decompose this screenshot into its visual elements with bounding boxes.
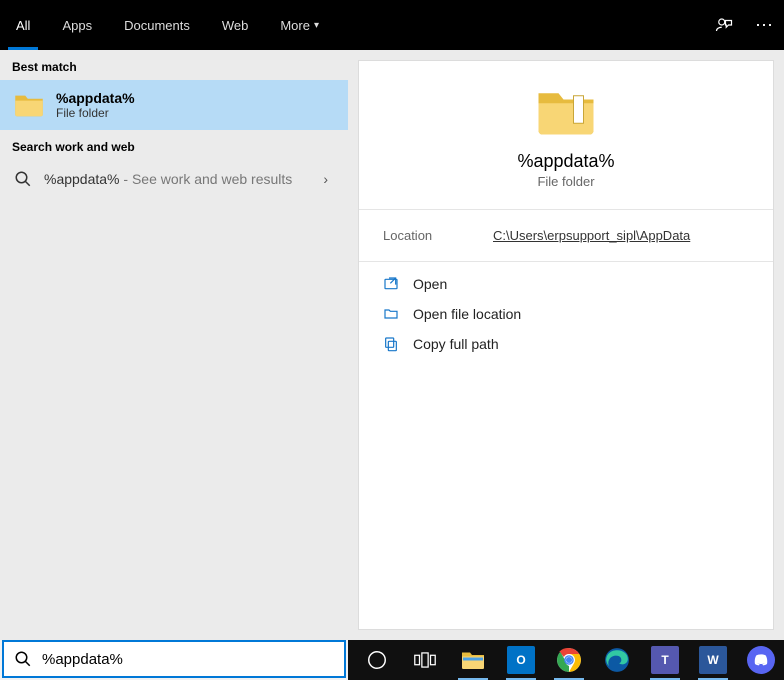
preview-pane: %appdata% File folder Location C:\Users\… bbox=[348, 50, 784, 640]
tab-all[interactable]: All bbox=[0, 0, 46, 50]
options-icon[interactable]: ⋯ bbox=[744, 5, 784, 45]
taskbar-discord[interactable] bbox=[738, 640, 784, 680]
tab-more-label: More bbox=[280, 18, 310, 33]
tab-web[interactable]: Web bbox=[206, 0, 265, 50]
best-match-subtitle: File folder bbox=[56, 106, 135, 120]
taskbar-outlook[interactable]: O bbox=[498, 640, 544, 680]
taskbar-chrome[interactable] bbox=[546, 640, 592, 680]
folder-icon bbox=[14, 93, 44, 117]
chevron-right-icon: › bbox=[323, 171, 334, 187]
web-result-term: %appdata% bbox=[44, 171, 120, 187]
search-input[interactable] bbox=[42, 651, 334, 668]
preview-title: %appdata% bbox=[517, 151, 614, 172]
search-filter-tabbar: All Apps Documents Web More ▾ ⋯ bbox=[0, 0, 784, 50]
action-open-location-label: Open file location bbox=[413, 306, 521, 322]
taskbar-cortana[interactable] bbox=[354, 640, 400, 680]
action-copy-full-path[interactable]: Copy full path bbox=[383, 336, 749, 352]
action-open-file-location[interactable]: Open file location bbox=[383, 306, 749, 322]
discord-icon bbox=[747, 646, 775, 674]
action-open-label: Open bbox=[413, 276, 447, 292]
word-icon: W bbox=[699, 646, 727, 674]
feedback-icon[interactable] bbox=[704, 5, 744, 45]
taskbar: O T W bbox=[348, 640, 784, 680]
cortana-icon bbox=[366, 649, 388, 671]
taskbar-word[interactable]: W bbox=[690, 640, 736, 680]
location-row: Location C:\Users\erpsupport_sipl\AppDat… bbox=[359, 210, 773, 262]
taskbar-teams[interactable]: T bbox=[642, 640, 688, 680]
search-icon bbox=[14, 170, 32, 188]
web-result-item[interactable]: %appdata% - See work and web results › bbox=[0, 160, 348, 198]
search-icon bbox=[14, 650, 32, 668]
copy-icon bbox=[383, 336, 399, 352]
file-explorer-icon bbox=[461, 650, 485, 670]
action-open[interactable]: Open bbox=[383, 276, 749, 292]
taskbar-edge[interactable] bbox=[594, 640, 640, 680]
teams-icon: T bbox=[651, 646, 679, 674]
taskbar-taskview[interactable] bbox=[402, 640, 448, 680]
folder-open-icon bbox=[383, 306, 399, 322]
edge-icon bbox=[604, 647, 630, 673]
best-match-title: %appdata% bbox=[56, 90, 135, 106]
chrome-icon bbox=[556, 647, 582, 673]
results-list: Best match %appdata% File folder Search … bbox=[0, 50, 348, 640]
folder-icon bbox=[536, 87, 596, 137]
best-match-item[interactable]: %appdata% File folder bbox=[0, 80, 348, 130]
section-best-match: Best match bbox=[0, 50, 348, 80]
tab-documents[interactable]: Documents bbox=[108, 0, 206, 50]
chevron-down-icon: ▾ bbox=[314, 20, 319, 31]
tab-apps[interactable]: Apps bbox=[46, 0, 108, 50]
outlook-icon: O bbox=[507, 646, 535, 674]
location-label: Location bbox=[383, 228, 493, 243]
section-work-and-web: Search work and web bbox=[0, 130, 348, 160]
taskview-icon bbox=[414, 651, 436, 669]
tab-more[interactable]: More ▾ bbox=[264, 0, 335, 50]
web-result-suffix: - See work and web results bbox=[120, 171, 293, 187]
location-value[interactable]: C:\Users\erpsupport_sipl\AppData bbox=[493, 228, 690, 243]
taskbar-file-explorer[interactable] bbox=[450, 640, 496, 680]
preview-subtitle: File folder bbox=[537, 174, 594, 189]
search-box[interactable] bbox=[2, 640, 346, 678]
action-copy-path-label: Copy full path bbox=[413, 336, 499, 352]
open-icon bbox=[383, 276, 399, 292]
